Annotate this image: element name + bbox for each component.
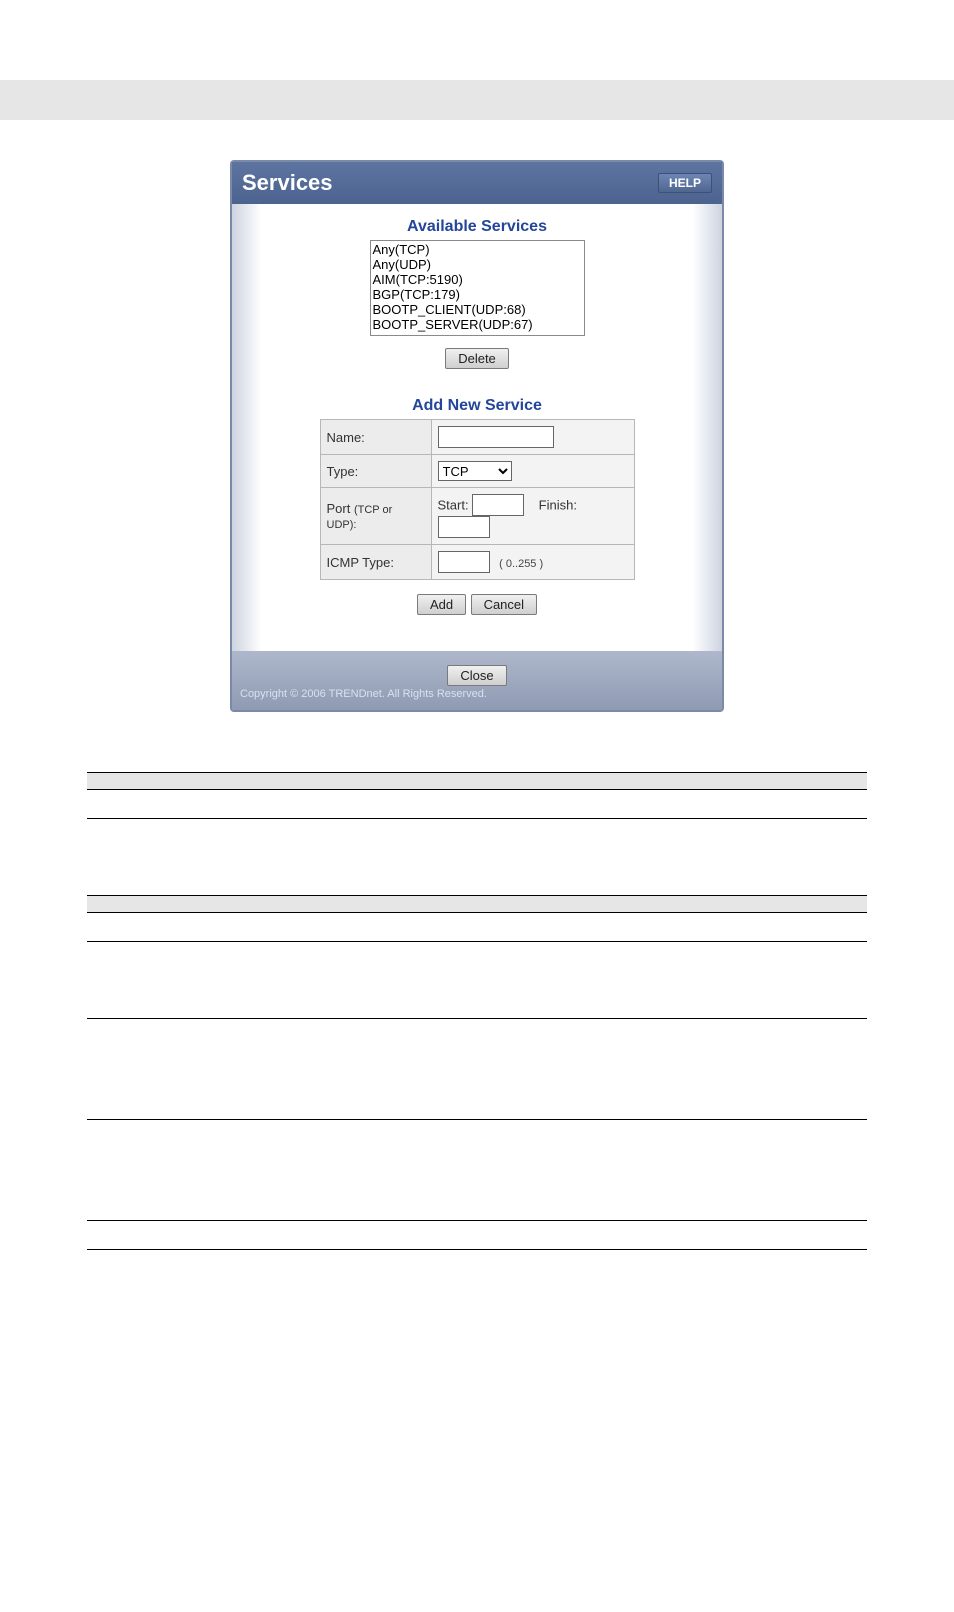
- table-cell: [87, 1221, 253, 1250]
- close-button[interactable]: Close: [447, 665, 506, 686]
- table-cell: [87, 1019, 253, 1120]
- icmp-hint: ( 0..255 ): [499, 558, 543, 570]
- copyright-text: Copyright © 2006 TRENDnet. All Rights Re…: [232, 686, 722, 704]
- table-cell: [253, 913, 867, 942]
- dialog-title: Services: [242, 170, 333, 196]
- list-item[interactable]: BOOTP_CLIENT(UDP:68): [373, 302, 582, 317]
- description-table: [87, 772, 867, 1250]
- list-item[interactable]: Any(UDP): [373, 257, 582, 272]
- table-cell: [253, 1019, 867, 1120]
- table-cell: [253, 1120, 867, 1221]
- available-services-title: Available Services: [242, 218, 712, 236]
- list-item[interactable]: Any(TCP): [373, 242, 582, 257]
- table-cell: [253, 790, 867, 819]
- port-label: Port (TCP or UDP):: [320, 488, 431, 545]
- name-label: Name:: [320, 420, 431, 455]
- delete-button[interactable]: Delete: [445, 348, 509, 369]
- page-top-bar: [0, 80, 954, 120]
- table-cell: [87, 819, 253, 896]
- type-select[interactable]: TCP: [438, 461, 512, 481]
- list-item[interactable]: BOOTP_SERVER(UDP:67): [373, 317, 582, 332]
- finish-label: Finish:: [539, 498, 577, 513]
- table-cell: [87, 942, 253, 1019]
- add-button[interactable]: Add: [417, 594, 466, 615]
- cancel-button[interactable]: Cancel: [471, 594, 537, 615]
- port-start-input[interactable]: [472, 494, 524, 516]
- type-label: Type:: [320, 455, 431, 488]
- port-finish-input[interactable]: [438, 516, 490, 538]
- dialog-header: Services HELP: [232, 162, 722, 204]
- dialog-footer: Close Copyright © 2006 TRENDnet. All Rig…: [232, 651, 722, 710]
- icmp-type-input[interactable]: [438, 551, 490, 573]
- available-services-list[interactable]: Any(TCP) Any(UDP) AIM(TCP:5190) BGP(TCP:…: [370, 240, 585, 336]
- table-cell: [87, 913, 253, 942]
- add-service-form: Name: Type: TCP Port: [320, 419, 635, 580]
- list-item[interactable]: AIM(TCP:5190): [373, 272, 582, 287]
- add-new-service-title: Add New Service: [242, 397, 712, 415]
- icmp-label: ICMP Type:: [320, 545, 431, 580]
- help-button[interactable]: HELP: [658, 173, 712, 193]
- services-dialog: Services HELP Available Services Any(TCP…: [230, 160, 724, 712]
- table-cell: [253, 1221, 867, 1250]
- table-cell: [87, 1120, 253, 1221]
- name-input[interactable]: [438, 426, 554, 448]
- table-cell: [87, 790, 253, 819]
- list-item[interactable]: BGP(TCP:179): [373, 287, 582, 302]
- table-section: [87, 896, 867, 913]
- table-section: [87, 773, 867, 790]
- table-cell: [253, 819, 867, 896]
- start-label: Start:: [438, 498, 469, 513]
- table-cell: [253, 942, 867, 1019]
